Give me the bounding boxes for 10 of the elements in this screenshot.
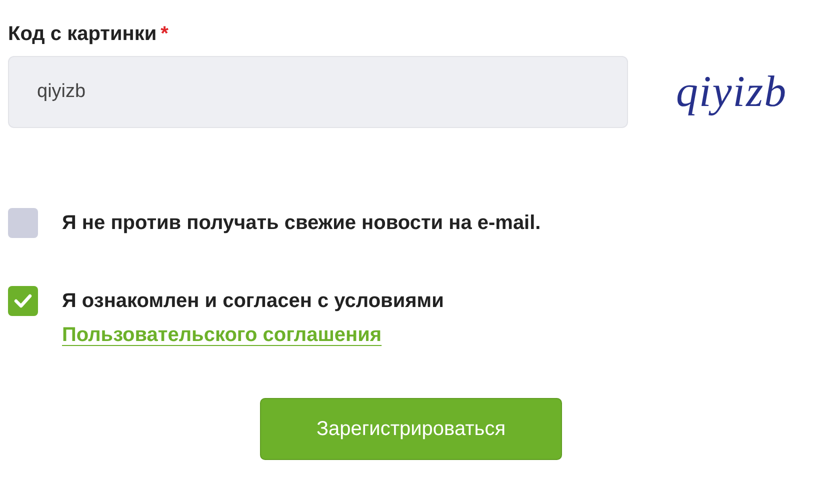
checkbox[interactable] [8, 286, 38, 316]
checkbox-label: Я не против получать свежие новости на e-mail. [62, 211, 541, 236]
check-icon [14, 294, 32, 308]
captcha-image: qiyizb [676, 66, 788, 118]
checkbox[interactable] [8, 208, 38, 238]
field-label: Код с картинки * [8, 22, 168, 46]
captcha-input-field[interactable]: qiyizb [8, 56, 628, 128]
checkbox-label: Я ознакомлен и согласен с условиями Пользовательского соглашения [62, 289, 445, 348]
agreement-link[interactable]: Пользовательского соглашения [62, 324, 382, 346]
register-button[interactable]: Зарегистрироваться [260, 398, 562, 460]
